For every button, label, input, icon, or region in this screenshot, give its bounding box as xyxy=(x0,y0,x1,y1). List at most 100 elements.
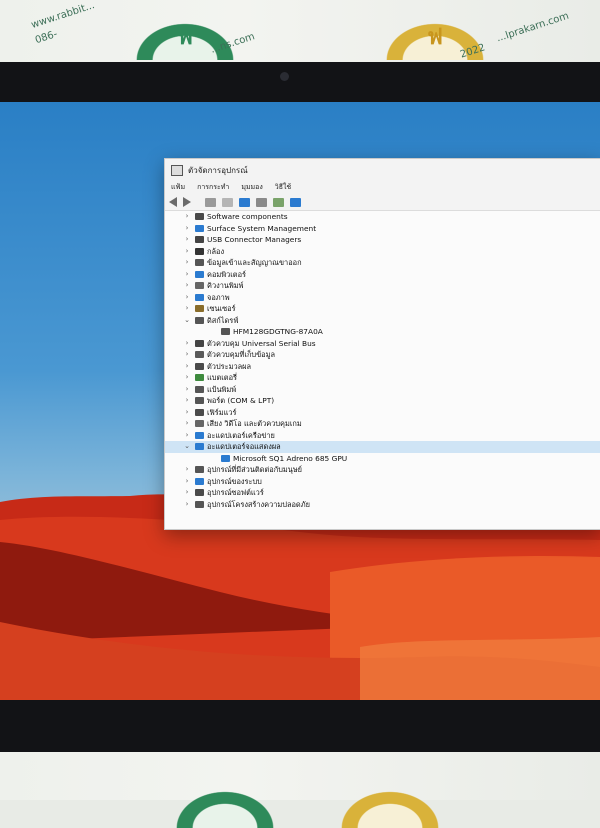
scan-hardware-icon[interactable] xyxy=(290,197,301,207)
front-camera xyxy=(280,72,289,81)
device-tree-category[interactable]: ⌄ ดิสก์ไดรฟ์ xyxy=(165,315,600,327)
usb-icon xyxy=(195,339,204,347)
device-tree-child-item[interactable]: HFM128GDGTNG-87A0A xyxy=(165,326,600,338)
chevron-right-icon[interactable]: › xyxy=(183,395,191,407)
device-tree-category[interactable]: › อุปกรณ์โครงสร้างความปลอดภัย xyxy=(165,499,600,511)
chevron-right-icon[interactable]: › xyxy=(183,418,191,430)
chevron-right-icon[interactable]: › xyxy=(183,223,191,235)
chevron-right-icon[interactable]: › xyxy=(183,303,191,315)
device-tree-category[interactable]: › กล้อง xyxy=(165,246,600,258)
chevron-right-icon[interactable]: › xyxy=(183,372,191,384)
drive-icon xyxy=(195,316,204,324)
device-tree-child-item[interactable]: Microsoft SQ1 Adreno 685 GPU xyxy=(165,453,600,465)
monitor-icon xyxy=(195,443,204,450)
menu-file[interactable]: แฟ้ม xyxy=(171,182,185,193)
chevron-down-icon[interactable]: ⌄ xyxy=(183,441,191,453)
device-tree-category[interactable]: › ตัวควบคุมที่เก็บข้อมูล xyxy=(165,349,600,361)
chevron-right-icon[interactable]: › xyxy=(183,499,191,511)
title-bar[interactable]: ตัวจัดการอุปกรณ์ xyxy=(165,159,600,181)
device-tree-label: อุปกรณ์ซอฟต์แวร์ xyxy=(207,488,264,497)
chip-icon xyxy=(195,213,204,220)
device-tree-label: อะแดปเตอร์เครือข่าย xyxy=(207,430,275,440)
device-tree-category[interactable]: › คอมพิวเตอร์ xyxy=(165,269,600,281)
chevron-right-icon[interactable]: › xyxy=(183,361,191,373)
device-tree-category[interactable]: › ข้อมูลเข้าและสัญญาณขาออก xyxy=(165,257,600,269)
help-icon[interactable] xyxy=(239,197,250,207)
chevron-right-icon[interactable]: › xyxy=(183,349,191,361)
device-tree-category[interactable]: › จอภาพ xyxy=(165,292,600,304)
properties-icon[interactable] xyxy=(222,197,233,207)
device-tree-category[interactable]: › เฟิร์มแวร์ xyxy=(165,407,600,419)
speaker-icon xyxy=(195,259,204,266)
menu-action[interactable]: การกระทำ xyxy=(197,182,229,193)
device-tree-category[interactable]: › แบตเตอรี่ xyxy=(165,372,600,384)
background-bottom xyxy=(0,752,600,800)
device-tree-category[interactable]: › ตัวควบคุม Universal Serial Bus xyxy=(165,338,600,350)
chevron-right-icon[interactable]: › xyxy=(183,280,191,292)
chevron-right-icon[interactable]: › xyxy=(183,246,191,258)
back-arrow-icon[interactable] xyxy=(169,197,177,207)
chevron-right-icon[interactable]: › xyxy=(183,234,191,246)
storage-icon xyxy=(195,351,204,358)
device-tree-label: เฟิร์มแวร์ xyxy=(207,407,237,417)
device-tree-label: Software components xyxy=(207,212,288,221)
network-icon xyxy=(195,431,204,439)
chevron-right-icon[interactable]: › xyxy=(183,476,191,488)
chevron-right-icon[interactable]: › xyxy=(183,487,191,499)
chevron-right-icon[interactable]: › xyxy=(183,464,191,476)
device-tree-label: ดิสก์ไดรฟ์ xyxy=(207,315,239,325)
update-driver-icon[interactable] xyxy=(273,197,284,207)
menu-help[interactable]: วิธีใช้ xyxy=(275,182,291,193)
chip-icon xyxy=(195,489,204,496)
device-tree-category[interactable]: › พอร์ต (COM & LPT) xyxy=(165,395,600,407)
sensor-icon xyxy=(195,305,204,312)
chevron-right-icon[interactable]: › xyxy=(183,269,191,281)
device-tree[interactable]: › Software components › Surface System Mana… xyxy=(165,211,600,529)
device-tree-category[interactable]: › อะแดปเตอร์เครือข่าย xyxy=(165,430,600,442)
device-tree-label: HFM128GDGTNG-87A0A xyxy=(233,327,323,336)
device-tree-category[interactable]: › อุปกรณ์ซอฟต์แวร์ xyxy=(165,487,600,499)
chevron-right-icon[interactable]: › xyxy=(183,407,191,419)
chevron-right-icon[interactable]: › xyxy=(183,430,191,442)
device-tree-category[interactable]: › ตัวประมวลผล xyxy=(165,361,600,373)
device-tree-category[interactable]: › เสียง วิดีโอ และตัวควบคุมเกม xyxy=(165,418,600,430)
device-tree-category[interactable]: › Surface System Management xyxy=(165,223,600,235)
device-tree-label: อุปกรณ์ที่มีส่วนติดต่อกับมนุษย์ xyxy=(207,465,303,474)
hid-icon xyxy=(195,466,204,473)
device-tree-label: แป้นพิมพ์ xyxy=(207,384,237,394)
device-tree-label: USB Connector Managers xyxy=(207,235,302,244)
show-hide-console-icon[interactable] xyxy=(205,197,216,207)
device-tree-label: พอร์ต (COM & LPT) xyxy=(207,396,275,405)
monitor-icon xyxy=(195,293,204,301)
device-tree-category[interactable]: ⌄ อะแดปเตอร์จอแสดงผล xyxy=(165,441,600,453)
device-tree-category[interactable]: › แป้นพิมพ์ xyxy=(165,384,600,396)
chevron-right-icon[interactable]: › xyxy=(183,257,191,269)
device-tree-category[interactable]: › USB Connector Managers xyxy=(165,234,600,246)
device-tree-label: ตัวควบคุมที่เก็บข้อมูล xyxy=(207,350,276,359)
device-tree-label: กล้อง xyxy=(207,246,225,256)
device-tree-category[interactable]: › เซนเซอร์ xyxy=(165,303,600,315)
shield-icon xyxy=(195,500,204,508)
device-manager-window[interactable]: ตัวจัดการอุปกรณ์ แฟ้ม การกระทำ มุมมอง วิ… xyxy=(164,158,600,530)
forward-arrow-icon[interactable] xyxy=(183,197,191,207)
monitor-icon xyxy=(221,454,230,462)
device-tree-category[interactable]: › อุปกรณ์ของระบบ xyxy=(165,476,600,488)
device-tree-label: จอภาพ xyxy=(207,292,230,302)
menu-view[interactable]: มุมมอง xyxy=(241,182,262,193)
desktop-screen: ตัวจัดการอุปกรณ์ แฟ้ม การกระทำ มุมมอง วิ… xyxy=(0,102,600,700)
device-tree-label: ตัวควบคุม Universal Serial Bus xyxy=(207,338,316,348)
action-pane-icon[interactable] xyxy=(256,197,267,207)
device-tree-category[interactable]: › Software components xyxy=(165,211,600,223)
window-title: ตัวจัดการอุปกรณ์ xyxy=(188,165,248,175)
chevron-right-icon[interactable]: › xyxy=(183,211,191,223)
battery-icon xyxy=(195,374,204,381)
chevron-down-icon[interactable]: ⌄ xyxy=(183,315,191,327)
chevron-right-icon[interactable]: › xyxy=(183,384,191,396)
toolbar xyxy=(165,194,600,211)
device-tree-category[interactable]: › คิวงานพิมพ์ xyxy=(165,280,600,292)
device-tree-label: ข้อมูลเข้าและสัญญาณขาออก xyxy=(207,258,302,267)
chevron-right-icon[interactable]: › xyxy=(183,338,191,350)
chevron-right-icon[interactable]: › xyxy=(183,292,191,304)
chip-icon xyxy=(195,408,204,416)
device-tree-category[interactable]: › อุปกรณ์ที่มีส่วนติดต่อกับมนุษย์ xyxy=(165,464,600,476)
